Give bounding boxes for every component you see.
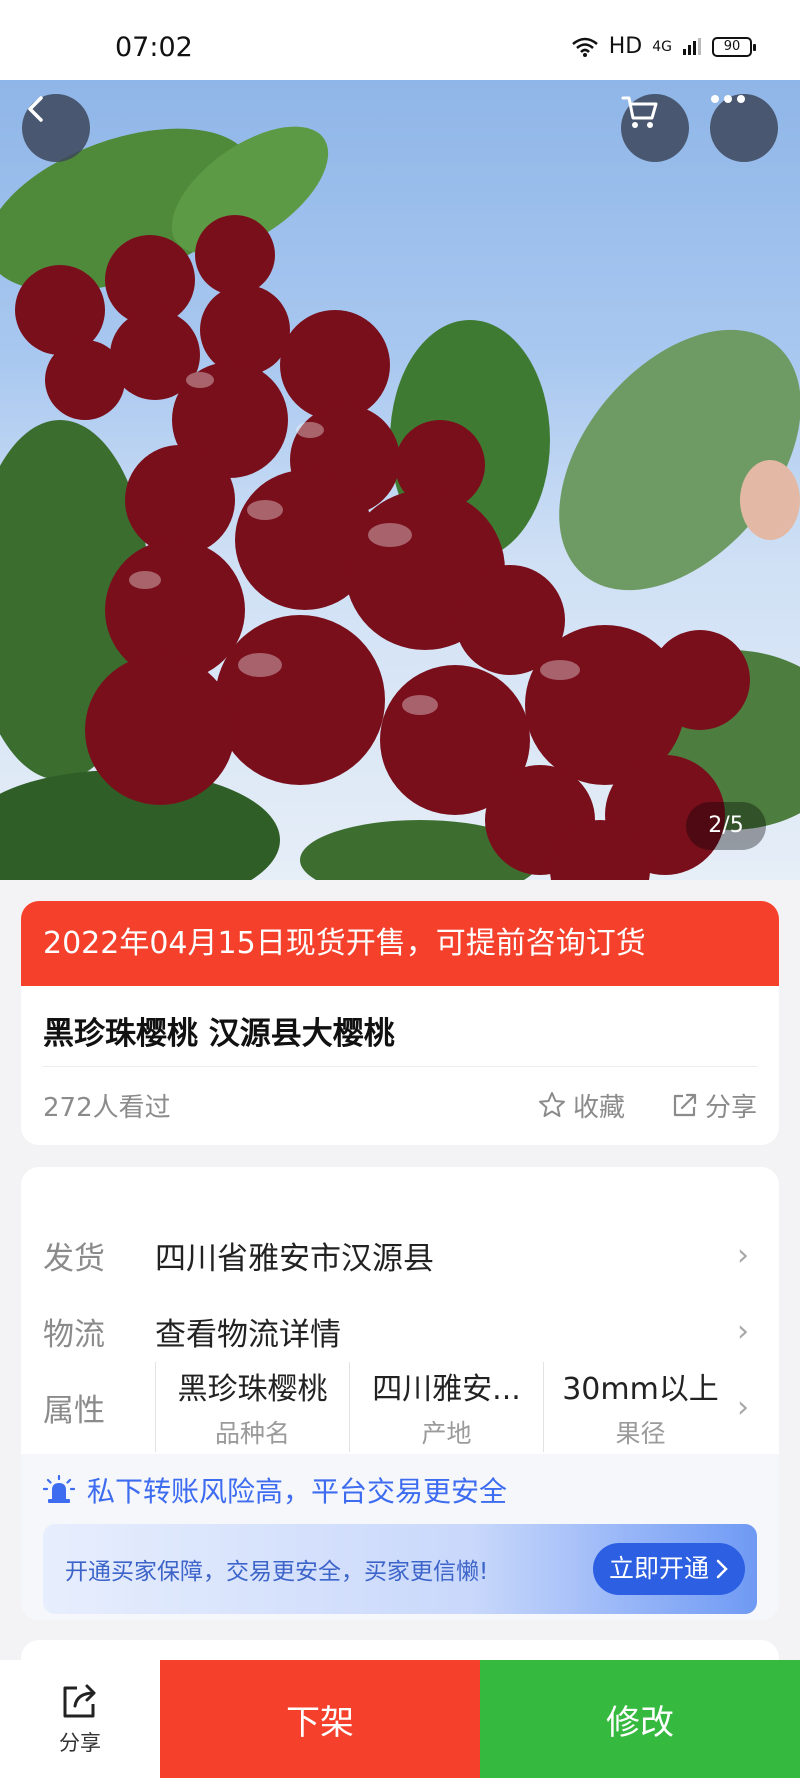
status-bar: 07:02 HD 4G 90 — [0, 0, 800, 80]
view-count: 272人看过 — [43, 1092, 171, 1123]
favorite-button[interactable]: 收藏 — [537, 1087, 625, 1124]
product-info-card: 2022年04月15日现货开售，可提前咨询订货 黑珍珠樱桃 汉源县大樱桃 272… — [21, 901, 779, 1145]
delist-label: 下架 — [286, 1702, 354, 1743]
shipping-row[interactable]: 发货 四川省雅安市汉源县 › — [43, 1217, 757, 1293]
attribute-item: 四川雅安... 产地 — [349, 1362, 543, 1452]
attribute-item: 黑珍珠樱桃 品种名 — [155, 1362, 349, 1452]
attribute-value: 四川雅安... — [372, 1372, 521, 1407]
edit-label: 修改 — [606, 1702, 674, 1743]
bottom-action-bar: 分享 下架 修改 — [0, 1660, 800, 1778]
share-icon — [63, 1684, 96, 1718]
share-icon — [673, 1093, 697, 1117]
signal-icon — [683, 37, 701, 55]
delist-button[interactable]: 下架 — [160, 1660, 480, 1778]
bottom-share-button[interactable]: 分享 — [0, 1660, 160, 1778]
chevron-right-icon: › — [737, 1389, 749, 1425]
product-page: 07:02 HD 4G 90 2/5 2022年04月15日现货开售，可提前咨询… — [0, 0, 800, 1778]
cart-icon — [621, 96, 658, 128]
hd-label: HD — [608, 34, 643, 59]
more-icon — [711, 95, 745, 103]
activate-protection-button[interactable]: 立即开通 — [592, 1543, 745, 1595]
shipping-value: 四川省雅安市汉源县 — [155, 1240, 434, 1277]
product-image-carousel[interactable]: 2/5 — [0, 80, 800, 880]
chevron-right-icon — [716, 1559, 728, 1579]
attribute-value: 30mm以上 — [562, 1372, 719, 1407]
status-icons: HD 4G 90 — [571, 34, 756, 59]
activate-protection-label: 立即开通 — [608, 1554, 709, 1583]
buyer-protection-banner[interactable]: 开通买家保障，交易更安全，买家更信懒! 立即开通 — [43, 1524, 757, 1614]
edit-button[interactable]: 修改 — [480, 1660, 800, 1778]
favorite-label: 收藏 — [572, 1092, 625, 1123]
alarm-icon — [43, 1475, 75, 1503]
logistics-value: 查看物流详情 — [155, 1316, 341, 1353]
cart-button[interactable] — [621, 94, 689, 162]
attribute-value: 黑珍珠樱桃 — [177, 1372, 328, 1407]
chevron-right-icon: › — [737, 1313, 749, 1349]
share-button[interactable]: 分享 — [671, 1087, 757, 1124]
wifi-icon — [571, 37, 598, 57]
share-label: 分享 — [704, 1092, 757, 1123]
risk-warning: 私下转账风险高，平台交易更安全 — [21, 1454, 779, 1512]
attributes-key: 属性 — [43, 1392, 105, 1429]
attributes-row[interactable]: 属性 黑珍珠樱桃 品种名 四川雅安... 产地 30mm以上 果径 › — [43, 1357, 757, 1457]
attribute-label: 果径 — [615, 1419, 666, 1448]
battery-icon: 90 — [712, 36, 756, 57]
star-icon — [538, 1092, 565, 1117]
cherry-photo — [0, 126, 800, 880]
risk-warning-text: 私下转账风险高，平台交易更安全 — [87, 1475, 508, 1508]
shipping-key: 发货 — [43, 1240, 105, 1277]
network-label: 4G — [652, 38, 672, 55]
status-time: 07:02 — [115, 32, 193, 63]
chevron-right-icon: › — [737, 1237, 749, 1273]
more-button[interactable] — [710, 94, 778, 162]
attribute-label: 产地 — [421, 1419, 472, 1448]
back-button[interactable] — [22, 94, 90, 162]
back-icon — [28, 96, 43, 122]
presale-banner: 2022年04月15日现货开售，可提前咨询订货 — [21, 901, 779, 986]
product-meta: 272人看过 收藏 分享 — [21, 1067, 779, 1143]
bottom-share-label: 分享 — [59, 1731, 101, 1755]
attribute-label: 品种名 — [214, 1419, 290, 1448]
attributes-list: 黑珍珠樱桃 品种名 四川雅安... 产地 30mm以上 果径 — [155, 1362, 737, 1452]
safety-section: 私下转账风险高，平台交易更安全 开通买家保障，交易更安全，买家更信懒! 立即开通 — [21, 1454, 779, 1620]
details-card: 发货 四川省雅安市汉源县 › 物流 查看物流详情 › 属性 黑珍珠樱桃 品种名 … — [21, 1167, 779, 1620]
attribute-item: 30mm以上 果径 — [543, 1362, 737, 1452]
image-counter: 2/5 — [686, 802, 766, 850]
product-title: 黑珍珠樱桃 汉源县大樱桃 — [43, 1016, 395, 1052]
buyer-protection-text: 开通买家保障，交易更安全，买家更信懒! — [65, 1559, 489, 1585]
logistics-key: 物流 — [43, 1316, 105, 1353]
